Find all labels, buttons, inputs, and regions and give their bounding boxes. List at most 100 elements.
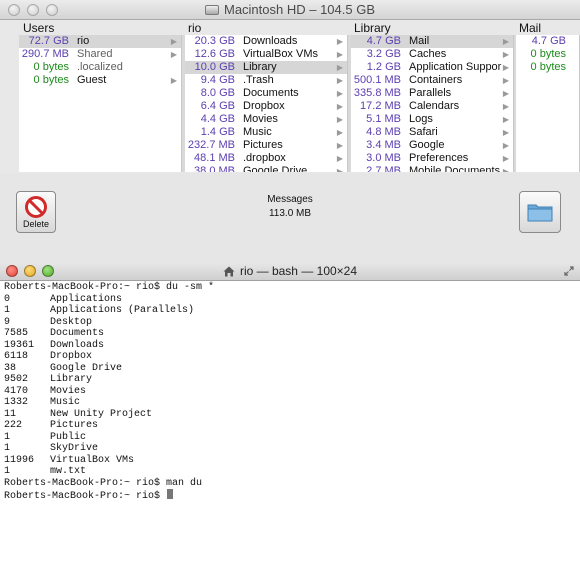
list-item[interactable]: 4.4 GB Movies ▶ xyxy=(185,113,347,126)
disclosure-arrow-icon: ▶ xyxy=(502,63,509,72)
item-name: Music xyxy=(243,126,272,138)
item-size: 48.1 MB xyxy=(194,152,235,164)
selection-name: Messages xyxy=(267,194,313,205)
item-size: 0 bytes xyxy=(530,61,566,73)
list-item[interactable]: 17.2 MB Calendars ▶ xyxy=(351,100,513,113)
list-item[interactable]: 38.0 MB Google Drive ▶ xyxy=(185,165,347,172)
item-name: rio xyxy=(77,35,90,47)
disclosure-arrow-icon: ▶ xyxy=(502,141,509,150)
item-size: 4.4 GB xyxy=(200,113,235,125)
du-size: 4170 xyxy=(4,385,29,397)
terminal-output-line: 6118 Dropbox xyxy=(4,351,576,363)
list-item[interactable]: 0 bytes .localized xyxy=(19,61,181,74)
terminal-command-line: Roberts-MacBook-Pro:~ rio$ man du xyxy=(4,477,203,489)
column-mail[interactable]: 4.7 GB 0 bytes 0 bytes xyxy=(516,35,580,172)
terminal-title: rio — bash — 100×24 xyxy=(239,264,358,278)
du-name: New Unity Project xyxy=(50,408,153,420)
terminal-output-line: 11 New Unity Project xyxy=(4,409,576,421)
terminal-output-line: 9502 Library xyxy=(4,374,576,386)
terminal-zoom-button[interactable] xyxy=(42,265,54,277)
terminal-output-line: 9 Desktop xyxy=(4,317,576,329)
list-item[interactable]: 0 bytes xyxy=(516,61,579,74)
disclosure-arrow-icon: ▶ xyxy=(336,115,343,124)
list-item[interactable]: 10.0 GB Library ▶ xyxy=(185,61,347,74)
du-size: 11996 xyxy=(4,454,35,466)
du-size: 11 xyxy=(4,408,17,420)
column-library[interactable]: 4.7 GB Mail ▶ 3.2 GB Caches ▶ 1.2 GB Applicatio… xyxy=(351,35,514,172)
disclosure-arrow-icon: ▶ xyxy=(170,37,177,46)
du-size: 1 xyxy=(4,431,11,443)
disclosure-arrow-icon: ▶ xyxy=(502,128,509,137)
item-size: 4.7 GB xyxy=(531,35,566,47)
item-name: .localized xyxy=(77,61,123,73)
list-item[interactable]: 2.7 MB Mobile Documents ▶ xyxy=(351,165,513,172)
disclosure-arrow-icon: ▶ xyxy=(336,128,343,137)
window-title: Macintosh HD – 104.5 GB xyxy=(223,2,376,17)
terminal-minimize-button[interactable] xyxy=(24,265,36,277)
disclosure-arrow-icon: ▶ xyxy=(502,89,509,98)
terminal-output-line: 1 mw.txt xyxy=(4,466,576,478)
list-item[interactable]: 0 bytes xyxy=(516,48,579,61)
minimize-button[interactable] xyxy=(27,4,39,16)
list-item[interactable]: 1.2 GB Application Suppor ▶ xyxy=(351,61,513,74)
disclosure-arrow-icon: ▶ xyxy=(336,37,343,46)
du-name: Google Drive xyxy=(50,362,123,374)
du-size: 1 xyxy=(4,443,11,454)
zoom-button[interactable] xyxy=(46,4,58,16)
disclosure-arrow-icon: ▶ xyxy=(336,141,343,150)
list-item[interactable]: 290.7 MB Shared ▶ xyxy=(19,48,181,61)
item-size: 8.0 GB xyxy=(200,87,235,99)
list-item[interactable]: 4.8 MB Safari ▶ xyxy=(351,126,513,139)
disclosure-arrow-icon: ▶ xyxy=(502,154,509,163)
disclosure-arrow-icon: ▶ xyxy=(502,76,509,85)
item-size: 1.4 GB xyxy=(200,126,235,138)
item-size: 0 bytes xyxy=(33,61,69,73)
du-size: 1 xyxy=(4,466,11,477)
terminal-output[interactable]: Roberts-MacBook-Pro:~ rio$ du -sm * 0 Appl… xyxy=(4,282,576,560)
reveal-folder-button[interactable] xyxy=(519,191,561,233)
list-item[interactable]: 8.0 GB Documents ▶ xyxy=(185,87,347,100)
list-item[interactable]: 12.6 GB VirtualBox VMs ▶ xyxy=(185,48,347,61)
du-name: Dropbox xyxy=(50,351,93,362)
item-size: 12.6 GB xyxy=(194,48,235,60)
item-name: Logs xyxy=(409,113,433,125)
column-users[interactable]: 72.7 GB rio ▶ 290.7 MB Shared ▶ 0 bytes .locali… xyxy=(19,35,182,172)
item-name: Safari xyxy=(409,126,438,138)
list-item[interactable]: 5.1 MB Logs ▶ xyxy=(351,113,513,126)
list-item[interactable]: 1.4 GB Music ▶ xyxy=(185,126,347,139)
disk-window-titlebar[interactable]: Macintosh HD – 104.5 GB xyxy=(0,0,580,20)
list-item[interactable]: 48.1 MB .dropbox ▶ xyxy=(185,152,347,165)
list-item[interactable]: 9.4 GB .Trash ▶ xyxy=(185,74,347,87)
list-item[interactable]: 6.4 GB Dropbox ▶ xyxy=(185,100,347,113)
list-item[interactable]: 72.7 GB rio ▶ xyxy=(19,35,181,48)
item-size: 232.7 MB xyxy=(187,139,235,151)
list-item[interactable]: 500.1 MB Containers ▶ xyxy=(351,74,513,87)
du-name: Movies xyxy=(50,385,87,397)
du-size: 19361 xyxy=(4,339,35,351)
list-item[interactable]: 3.4 MB Google ▶ xyxy=(351,139,513,152)
item-size: 3.0 MB xyxy=(366,152,401,164)
du-size: 1332 xyxy=(4,397,29,408)
close-button[interactable] xyxy=(8,4,20,16)
item-size: 290.7 MB xyxy=(21,48,69,60)
list-item[interactable]: 232.7 MB Pictures ▶ xyxy=(185,139,347,152)
terminal-prompt-line[interactable]: Roberts-MacBook-Pro:~ rio$ xyxy=(4,489,576,502)
terminal-output-line: 19361 Downloads xyxy=(4,340,576,352)
list-item[interactable]: 20.3 GB Downloads ▶ xyxy=(185,35,347,48)
terminal-titlebar[interactable]: rio — bash — 100×24 xyxy=(0,262,580,281)
list-item[interactable]: 0 bytes Guest ▶ xyxy=(19,74,181,87)
list-item[interactable]: 3.0 MB Preferences ▶ xyxy=(351,152,513,165)
hard-drive-icon xyxy=(204,5,219,15)
list-item[interactable]: 3.2 GB Caches ▶ xyxy=(351,48,513,61)
list-item[interactable]: 4.7 GB Mail ▶ xyxy=(351,35,513,48)
item-size: 3.2 GB xyxy=(366,48,401,60)
list-item[interactable]: 335.8 MB Parallels ▶ xyxy=(351,87,513,100)
item-size: 5.1 MB xyxy=(366,113,401,125)
column-rio[interactable]: 20.3 GB Downloads ▶ 12.6 GB VirtualBox VMs ▶ 1… xyxy=(185,35,348,172)
du-name: Music xyxy=(50,397,81,408)
column-header-library: Library xyxy=(354,21,391,35)
fullscreen-icon[interactable] xyxy=(564,266,574,276)
du-size: 6118 xyxy=(4,351,29,362)
list-item[interactable]: 4.7 GB xyxy=(516,35,579,48)
terminal-close-button[interactable] xyxy=(6,265,18,277)
